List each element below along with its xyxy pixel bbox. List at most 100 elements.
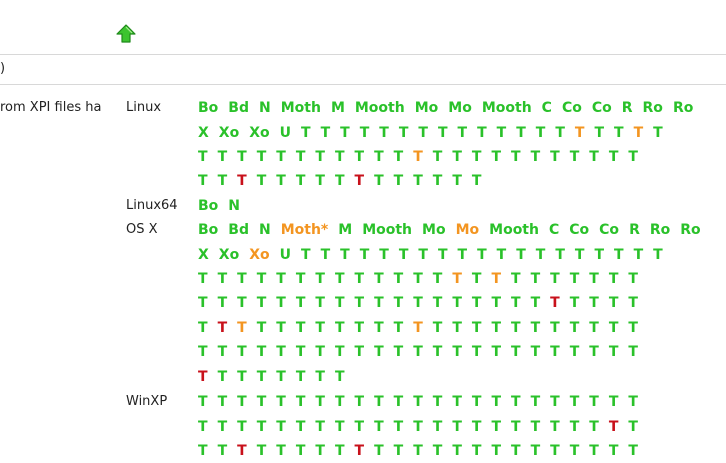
job-result-link[interactable]: T <box>433 344 443 360</box>
job-result-link[interactable]: Moth <box>281 100 321 116</box>
job-result-link[interactable]: T <box>355 173 365 189</box>
job-result-link[interactable]: T <box>570 320 580 336</box>
job-result-link[interactable]: T <box>413 295 423 311</box>
job-result-link[interactable]: T <box>472 271 482 287</box>
job-result-link[interactable]: T <box>399 247 409 263</box>
job-result-link[interactable]: Mooth <box>362 222 412 238</box>
job-result-link[interactable]: T <box>276 173 286 189</box>
job-result-link[interactable]: T <box>531 419 541 435</box>
job-result-link[interactable]: T <box>257 419 267 435</box>
job-result-link[interactable]: T <box>472 320 482 336</box>
job-result-link[interactable]: T <box>472 295 482 311</box>
job-result-link[interactable]: T <box>218 320 228 336</box>
job-result-link[interactable]: T <box>394 443 404 459</box>
job-result-link[interactable]: T <box>394 320 404 336</box>
job-result-link[interactable]: T <box>257 394 267 410</box>
job-result-link[interactable]: T <box>379 125 389 141</box>
job-result-link[interactable]: Xo <box>249 125 269 141</box>
job-result-link[interactable]: T <box>458 247 468 263</box>
job-result-link[interactable]: T <box>550 149 560 165</box>
job-result-link[interactable]: T <box>438 125 448 141</box>
job-result-link[interactable]: Mooth <box>489 222 539 238</box>
job-result-link[interactable]: N <box>259 100 271 116</box>
job-result-link[interactable]: T <box>218 295 228 311</box>
job-result-link[interactable]: T <box>531 295 541 311</box>
job-result-link[interactable]: T <box>413 173 423 189</box>
job-result-link[interactable]: T <box>237 344 247 360</box>
job-result-link[interactable]: T <box>218 369 228 385</box>
job-result-link[interactable]: T <box>413 394 423 410</box>
job-result-link[interactable]: T <box>472 443 482 459</box>
job-result-link[interactable]: T <box>394 394 404 410</box>
job-result-link[interactable]: T <box>335 320 345 336</box>
job-result-link[interactable]: Bd <box>228 222 249 238</box>
job-result-link[interactable]: T <box>452 419 462 435</box>
job-result-link[interactable]: T <box>575 247 585 263</box>
job-result-link[interactable]: C <box>542 100 552 116</box>
job-result-link[interactable]: T <box>570 344 580 360</box>
job-result-link[interactable]: T <box>458 125 468 141</box>
job-result-link[interactable]: T <box>609 419 619 435</box>
job-result-link[interactable]: T <box>218 443 228 459</box>
job-result-link[interactable]: T <box>570 149 580 165</box>
job-result-link[interactable]: T <box>296 271 306 287</box>
job-result-link[interactable]: T <box>653 125 663 141</box>
job-result-link[interactable]: T <box>477 125 487 141</box>
job-result-link[interactable]: T <box>198 443 208 459</box>
job-result-link[interactable]: T <box>379 247 389 263</box>
job-result-link[interactable]: T <box>594 247 604 263</box>
job-result-link[interactable]: T <box>340 247 350 263</box>
job-result-link[interactable]: T <box>237 173 247 189</box>
job-result-link[interactable]: T <box>452 173 462 189</box>
job-result-link[interactable]: T <box>237 295 247 311</box>
job-result-link[interactable]: T <box>198 149 208 165</box>
job-result-link[interactable]: T <box>531 344 541 360</box>
job-result-link[interactable]: T <box>511 271 521 287</box>
job-result-link[interactable]: Ro <box>680 222 700 238</box>
job-result-link[interactable]: R <box>622 100 633 116</box>
up-arrow-icon[interactable] <box>116 24 136 44</box>
job-result-link[interactable]: T <box>570 271 580 287</box>
job-result-link[interactable]: T <box>374 443 384 459</box>
job-result-link[interactable]: T <box>511 443 521 459</box>
job-result-link[interactable]: T <box>355 443 365 459</box>
job-result-link[interactable]: T <box>472 173 482 189</box>
job-result-link[interactable]: T <box>276 443 286 459</box>
job-result-link[interactable]: T <box>198 295 208 311</box>
job-result-link[interactable]: T <box>237 369 247 385</box>
job-result-link[interactable]: T <box>609 149 619 165</box>
job-result-link[interactable]: T <box>491 394 501 410</box>
job-result-link[interactable]: T <box>570 419 580 435</box>
job-result-link[interactable]: T <box>374 271 384 287</box>
job-result-link[interactable]: T <box>413 320 423 336</box>
job-result-link[interactable]: Mo <box>456 222 480 238</box>
job-result-link[interactable]: T <box>394 173 404 189</box>
job-result-link[interactable]: T <box>634 125 644 141</box>
job-result-link[interactable]: Co <box>592 100 612 116</box>
job-result-link[interactable]: T <box>218 394 228 410</box>
job-result-link[interactable]: T <box>335 295 345 311</box>
job-result-link[interactable]: T <box>257 271 267 287</box>
job-result-link[interactable]: T <box>296 443 306 459</box>
job-result-link[interactable]: T <box>355 295 365 311</box>
job-result-link[interactable]: C <box>549 222 559 238</box>
job-result-link[interactable]: Co <box>569 222 589 238</box>
job-result-link[interactable]: T <box>433 173 443 189</box>
job-result-link[interactable]: T <box>276 419 286 435</box>
job-result-link[interactable]: Bd <box>228 100 249 116</box>
job-result-link[interactable]: T <box>315 320 325 336</box>
job-result-link[interactable]: T <box>550 443 560 459</box>
job-result-link[interactable]: Co <box>599 222 619 238</box>
job-result-link[interactable]: T <box>589 295 599 311</box>
job-result-link[interactable]: M <box>338 222 352 238</box>
job-result-link[interactable]: Mooth <box>482 100 532 116</box>
job-result-link[interactable]: T <box>589 443 599 459</box>
job-result-link[interactable]: Bo <box>198 222 218 238</box>
job-result-link[interactable]: T <box>634 247 644 263</box>
job-result-link[interactable]: T <box>570 443 580 459</box>
job-result-link[interactable]: T <box>614 247 624 263</box>
job-result-link[interactable]: Co <box>562 100 582 116</box>
job-result-link[interactable]: T <box>276 394 286 410</box>
job-result-link[interactable]: T <box>296 149 306 165</box>
job-result-link[interactable]: T <box>413 443 423 459</box>
